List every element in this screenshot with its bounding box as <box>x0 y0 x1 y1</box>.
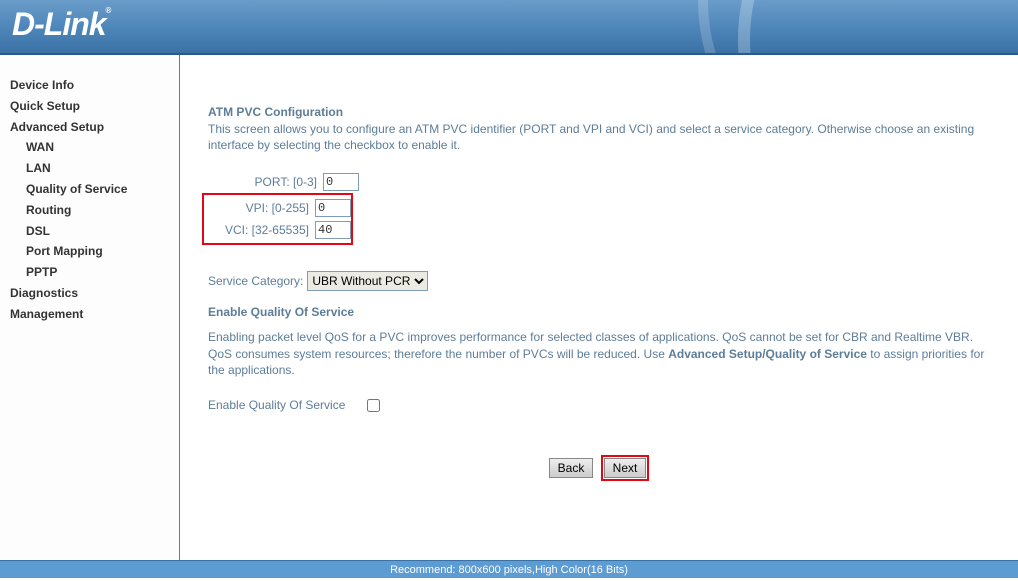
service-category-label: Service Category: <box>208 274 303 288</box>
sidebar-item-diagnostics[interactable]: Diagnostics <box>10 283 179 304</box>
page-title: ATM PVC Configuration <box>208 105 990 119</box>
vci-label: VCI: [32-65535] <box>204 223 315 237</box>
main-area: Device InfoQuick SetupAdvanced SetupWANL… <box>0 55 1018 560</box>
port-label: PORT: [0-3] <box>208 175 323 189</box>
sidebar-item-management[interactable]: Management <box>10 304 179 325</box>
sidebar-item-quick-setup[interactable]: Quick Setup <box>10 96 179 117</box>
sidebar-item-wan[interactable]: WAN <box>10 137 179 158</box>
back-button[interactable]: Back <box>549 458 594 478</box>
port-input[interactable] <box>323 173 359 191</box>
sidebar-item-device-info[interactable]: Device Info <box>10 75 179 96</box>
brand-logo: D-Link® <box>12 6 110 43</box>
button-row: Back Next <box>208 455 990 481</box>
qos-desc-strong: Advanced Setup/Quality of Service <box>668 347 867 361</box>
sidebar-item-port-mapping[interactable]: Port Mapping <box>10 241 179 262</box>
header-banner: D-Link® <box>0 0 1018 55</box>
enable-qos-checkbox[interactable] <box>367 399 380 412</box>
sidebar-item-routing[interactable]: Routing <box>10 200 179 221</box>
banner-arc-2 <box>698 0 1018 55</box>
pvc-form: PORT: [0-3] VPI: [0-255] VCI: [32-65535] <box>208 171 990 245</box>
sidebar-item-pptp[interactable]: PPTP <box>10 262 179 283</box>
vci-input[interactable] <box>315 221 351 239</box>
qos-section-title: Enable Quality Of Service <box>208 305 990 319</box>
vpi-label: VPI: [0-255] <box>204 201 315 215</box>
sidebar-item-dsl[interactable]: DSL <box>10 221 179 242</box>
sidebar-item-quality-of-service[interactable]: Quality of Service <box>10 179 179 200</box>
next-button[interactable]: Next <box>604 458 647 478</box>
qos-description: Enabling packet level QoS for a PVC impr… <box>208 329 990 378</box>
footer-bar: Recommend: 800x600 pixels,High Color(16 … <box>0 560 1018 578</box>
vpi-row: VPI: [0-255] <box>204 197 351 219</box>
vci-row: VCI: [32-65535] <box>204 219 351 241</box>
sidebar-item-lan[interactable]: LAN <box>10 158 179 179</box>
highlight-vpi-vci: VPI: [0-255] VCI: [32-65535] <box>202 193 353 245</box>
enable-qos-label: Enable Quality Of Service <box>208 398 345 412</box>
sidebar-nav: Device InfoQuick SetupAdvanced SetupWANL… <box>0 55 180 560</box>
page-description: This screen allows you to configure an A… <box>208 121 990 153</box>
vpi-input[interactable] <box>315 199 351 217</box>
highlight-next: Next <box>601 455 650 481</box>
service-category-select[interactable]: UBR Without PCR <box>307 271 428 291</box>
service-category-row: Service Category: UBR Without PCR <box>208 271 990 291</box>
content-pane: ATM PVC Configuration This screen allows… <box>180 55 1018 560</box>
sidebar-item-advanced-setup[interactable]: Advanced Setup <box>10 117 179 138</box>
port-row: PORT: [0-3] <box>208 171 990 193</box>
enable-qos-row: Enable Quality Of Service <box>208 396 990 415</box>
